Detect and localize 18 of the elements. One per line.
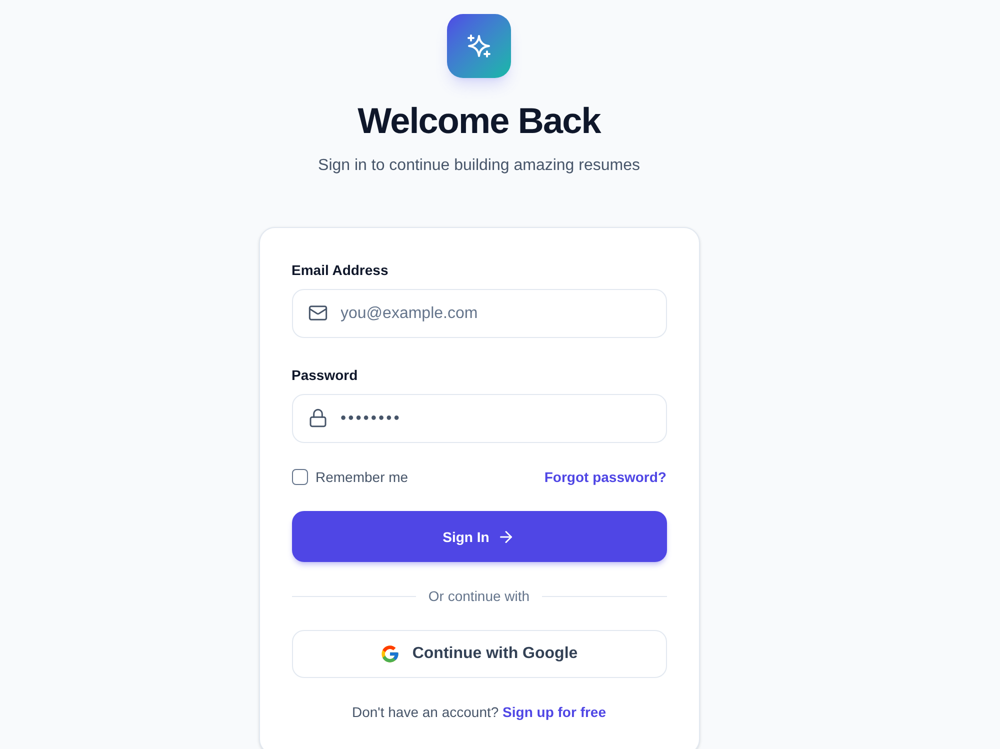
field-label: Email Address [292, 261, 390, 280]
checkbox-label: Remember me [316, 468, 408, 487]
sparkles-icon [447, 14, 511, 78]
email-field[interactable]: you@example.com [292, 289, 666, 338]
page-title: Welcome Back [358, 101, 600, 141]
g-logo-icon [380, 644, 400, 664]
field-label: Password [292, 366, 359, 385]
mail-icon [308, 303, 328, 323]
sign-in-button[interactable]: Sign In [292, 511, 666, 562]
signup-prompt: Don't have an account? Sign up for free [350, 703, 607, 722]
divider-text: Or continue with [428, 587, 530, 606]
password-field[interactable]: •••••••• [292, 394, 666, 443]
forgot-password-link[interactable]: Forgot password? [544, 467, 666, 487]
page-subtitle: Sign in to continue building amazing resumes [318, 156, 640, 176]
lock-icon [308, 408, 328, 428]
signup-link[interactable]: Sign up for free [502, 704, 606, 720]
remember-checkbox[interactable] [292, 469, 308, 485]
google-sign-in-button[interactable]: Continue with Google [292, 630, 666, 678]
